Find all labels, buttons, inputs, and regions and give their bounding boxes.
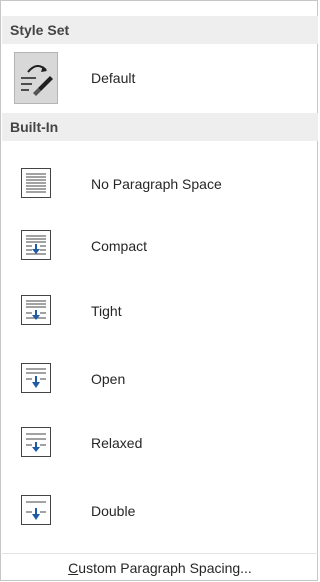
built-in-header: Built-In — [2, 113, 318, 141]
tight-spacing-icon — [21, 295, 51, 325]
open-spacing-icon — [21, 363, 51, 393]
custom-link-access-key: C — [68, 560, 79, 576]
style-set-header: Style Set — [2, 16, 318, 44]
no-paragraph-space-icon — [21, 168, 51, 198]
tight-item[interactable]: Tight — [2, 282, 318, 340]
double-label: Double — [91, 503, 136, 519]
default-style-set-item[interactable]: Default — [2, 48, 318, 108]
no-paragraph-space-item[interactable]: No Paragraph Space — [2, 155, 318, 213]
custom-paragraph-spacing-link[interactable]: Custom Paragraph Spacing... — [2, 553, 318, 581]
double-item[interactable]: Double — [2, 482, 318, 540]
custom-link-text: ustom Paragraph Spacing... — [78, 560, 252, 576]
relaxed-item[interactable]: Relaxed — [2, 414, 318, 472]
tight-label: Tight — [91, 303, 122, 319]
open-label: Open — [91, 371, 126, 387]
relaxed-label: Relaxed — [91, 435, 143, 451]
paragraph-spacing-brush-icon — [14, 52, 58, 104]
default-label: Default — [91, 70, 136, 86]
compact-item[interactable]: Compact — [2, 217, 318, 275]
relaxed-spacing-icon — [21, 427, 51, 457]
compact-label: Compact — [91, 238, 148, 254]
paragraph-spacing-menu: Style Set Default Built-In No Paragraph … — [0, 0, 318, 581]
compact-spacing-icon — [21, 230, 51, 260]
double-spacing-icon — [21, 495, 51, 525]
open-item[interactable]: Open — [2, 350, 318, 408]
no-paragraph-space-label: No Paragraph Space — [91, 176, 222, 192]
